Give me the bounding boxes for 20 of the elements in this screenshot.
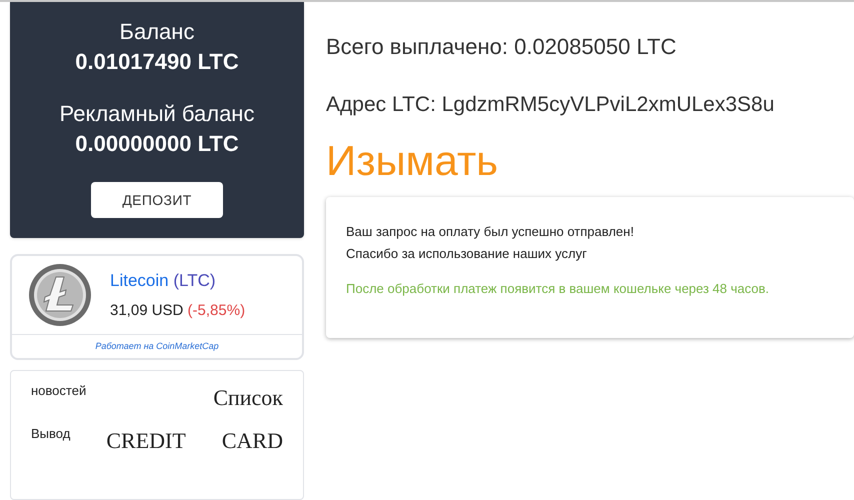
ad-text: CARD: [222, 427, 283, 455]
ad-text: новостей: [31, 382, 86, 400]
coin-name-link[interactable]: Litecoin (LTC): [110, 268, 246, 294]
ad-text: CREDIT: [106, 427, 186, 455]
ad-text: Вывод: [31, 425, 70, 443]
deposit-button[interactable]: ДЕПОЗИТ: [91, 182, 223, 218]
attribution-link[interactable]: Работает на CoinMarketCap: [95, 340, 219, 354]
ad-text: Список: [213, 384, 283, 412]
balance-value: 0.01017490 LTC: [75, 48, 239, 76]
coin-price: 31,09 USD (-5,85%): [110, 300, 246, 320]
ad-balance-value: 0.00000000 LTC: [75, 130, 239, 158]
ad-balance-label: Рекламный баланс: [60, 100, 254, 128]
total-paid-text: Всего выплачено: 0.02085050 LTC: [326, 33, 678, 61]
coin-icon: [28, 263, 92, 327]
page-heading: Изымать: [326, 136, 500, 186]
message-text: Спасибо за использование наших услуг: [346, 244, 588, 263]
balance-label: Баланс: [120, 18, 194, 46]
message-text: Ваш запрос на оплату был успешно отправлен!: [346, 222, 635, 241]
payout-note: После обработки платеж появится в вашем кошельке через 48 часов.: [346, 280, 770, 298]
address-text: Адрес LTC: LgdzmRM5cyVLPviL2xmULex3S8u: [326, 92, 776, 118]
